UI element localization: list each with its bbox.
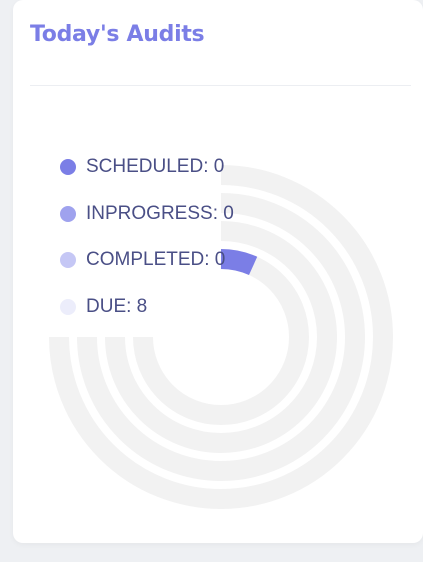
legend-label-inprogress: INPROGRESS: 0 bbox=[86, 202, 234, 224]
legend-marker-inprogress bbox=[60, 205, 76, 222]
legend-label-completed: COMPLETED: 0 bbox=[86, 249, 226, 270]
legend-label-scheduled: SCHEDULED: 0 bbox=[86, 156, 225, 177]
legend-item-due[interactable]: DUE: 8 bbox=[60, 295, 234, 319]
legend-label-due: DUE: 8 bbox=[86, 295, 148, 317]
legend-item-inprogress[interactable]: INPROGRESS: 0 bbox=[60, 202, 234, 226]
legend-marker-completed bbox=[60, 252, 76, 268]
legend-marker-due bbox=[60, 298, 76, 315]
chart-legend: SCHEDULED: 0 INPROGRESS: 0 COMPLETED: 0 … bbox=[60, 155, 234, 341]
legend-item-completed[interactable]: COMPLETED: 0 bbox=[60, 248, 234, 272]
legend-marker-scheduled bbox=[60, 159, 76, 175]
legend-item-scheduled[interactable]: SCHEDULED: 0 bbox=[60, 155, 234, 179]
todays-audits-card: Today's Audits SCHEDULED: 0 INPROGRESS: … bbox=[13, 0, 423, 543]
